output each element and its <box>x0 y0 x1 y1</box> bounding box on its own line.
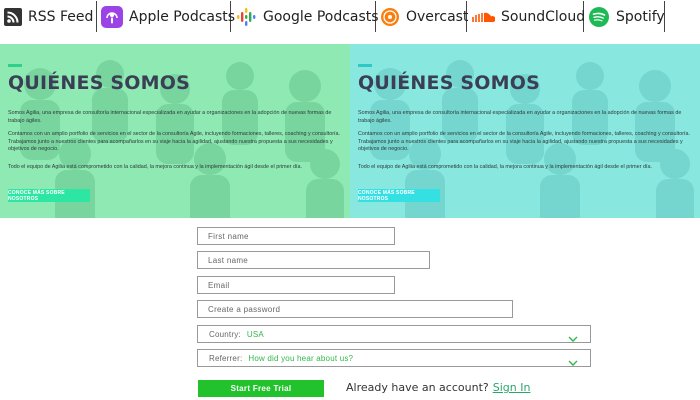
start-free-trial-button[interactable]: Start Free Trial <box>198 380 324 397</box>
hero-paragraph: Contamos con un amplio portfolio de serv… <box>8 131 341 153</box>
referrer-label: Referrer: <box>209 353 243 363</box>
soundcloud-icon <box>471 10 495 24</box>
soundcloud-link[interactable]: SoundCloud <box>467 1 586 32</box>
chevron-down-icon <box>568 330 578 348</box>
hero-paragraph: Todo el equipo de Agilia está comprometi… <box>358 164 652 170</box>
hero-paragraph: Somos Agilia, una empresa de consultoría… <box>358 110 682 124</box>
about-hero-green: QUIÉNES SOMOS Somos Agilia, una empresa … <box>0 44 350 218</box>
page-title: QUIÉNES SOMOS <box>8 72 190 94</box>
country-value: USA <box>246 329 264 339</box>
referrer-value: How did you hear about us? <box>248 353 354 363</box>
sign-in-prompt: Already have an account? Sign In <box>346 381 530 394</box>
title-accent-bar <box>358 64 372 67</box>
divider <box>664 1 665 32</box>
learn-more-button[interactable]: CONOCE MÁS SOBRE NOSOTROS <box>358 189 440 202</box>
first-name-placeholder: First name <box>208 231 249 241</box>
password-field[interactable]: Create a password <box>197 300 513 318</box>
about-hero-teal: QUIÉNES SOMOS Somos Agilia, una empresa … <box>350 44 700 218</box>
google-podcasts-icon <box>235 6 257 28</box>
spotify-icon <box>588 6 610 28</box>
title-accent-bar <box>8 64 22 67</box>
overcast-icon <box>380 7 400 27</box>
page-title: QUIÉNES SOMOS <box>358 72 540 94</box>
overcast-link[interactable]: Overcast <box>376 1 469 32</box>
country-select[interactable]: Country: USA <box>197 325 591 343</box>
last-name-field[interactable]: Last name <box>197 251 430 269</box>
learn-more-button[interactable]: CONOCE MÁS SOBRE NOSOTROS <box>8 189 90 202</box>
country-label: Country: <box>209 329 241 339</box>
hero-paragraph: Somos Agilia, una empresa de consultoría… <box>8 110 332 124</box>
apple-podcasts-link[interactable]: Apple Podcasts <box>97 1 235 32</box>
email-field[interactable]: Email <box>197 276 395 294</box>
email-placeholder: Email <box>208 280 230 290</box>
last-name-placeholder: Last name <box>208 255 249 265</box>
first-name-field[interactable]: First name <box>197 227 395 245</box>
chevron-down-icon <box>568 354 578 372</box>
spotify-link[interactable]: Spotify <box>584 1 665 32</box>
rss-feed-link[interactable]: RSS Feed <box>0 1 97 32</box>
podcast-bar: RSS Feed Apple Podcasts Google Podcasts … <box>0 0 700 34</box>
hero-paragraph: Todo el equipo de Agilia está comprometi… <box>8 164 302 170</box>
rss-icon <box>4 7 22 26</box>
spotify-label: Spotify <box>616 8 665 25</box>
password-placeholder: Create a password <box>208 304 281 314</box>
apple-podcasts-icon <box>101 5 123 28</box>
sign-in-link[interactable]: Sign In <box>493 381 531 394</box>
google-podcasts-label: Google Podcasts <box>263 8 379 25</box>
google-podcasts-link[interactable]: Google Podcasts <box>231 1 379 32</box>
already-account-text: Already have an account? <box>346 381 489 394</box>
hero-paragraph: Contamos con un amplio portfolio de serv… <box>358 131 691 153</box>
referrer-select[interactable]: Referrer: How did you hear about us? <box>197 349 591 367</box>
apple-podcasts-label: Apple Podcasts <box>129 8 236 25</box>
rss-feed-label: RSS Feed <box>28 8 94 25</box>
overcast-label: Overcast <box>406 8 469 25</box>
soundcloud-label: SoundCloud <box>501 8 586 25</box>
